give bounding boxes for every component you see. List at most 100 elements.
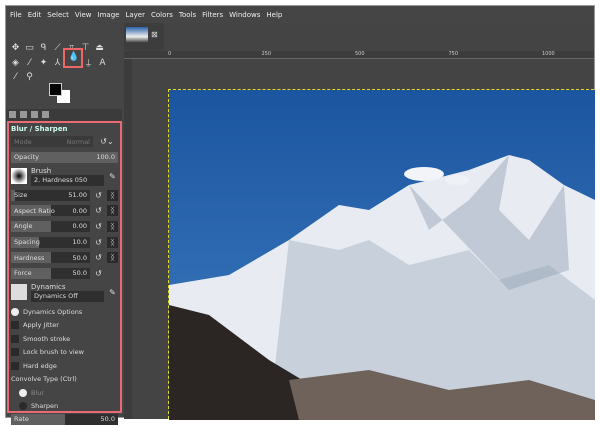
param-value: 0.00 <box>72 222 87 231</box>
move-tool-icon[interactable]: ✥ <box>10 43 21 54</box>
chain-link-icon[interactable]: ᛝ <box>107 236 118 248</box>
dynamics-label: Dynamics <box>31 282 66 291</box>
clone-icon[interactable]: ⅄ <box>52 58 63 69</box>
reset-icon[interactable]: ↺ <box>93 205 104 216</box>
brush-preview[interactable] <box>11 168 27 185</box>
chain-link-icon[interactable]: ᛝ <box>107 189 118 201</box>
hardness-slider[interactable]: Hardness 50.0 <box>11 252 90 264</box>
checkbox-smooth-stroke[interactable]: Smooth stroke <box>11 332 118 346</box>
paths-icon[interactable]: ⍊ <box>83 58 94 69</box>
checkbox-label: Hard edge <box>23 361 57 370</box>
param-value: 50.0 <box>72 269 87 278</box>
opacity-slider[interactable]: Opacity 100.0 <box>11 151 118 163</box>
edit-brush-icon[interactable]: ✎ <box>107 171 118 182</box>
brush-field[interactable]: 2. Hardness 050 <box>31 174 104 186</box>
lasso-icon[interactable]: ᑫ <box>38 43 49 54</box>
device-status-tab-icon[interactable] <box>20 111 27 118</box>
fuzzy-select-icon[interactable]: ⟋ <box>52 43 63 54</box>
reset-dropdown-icon[interactable]: ↺⌄ <box>96 136 118 147</box>
mode-value: Normal <box>66 137 90 146</box>
ruler-label: 250 <box>261 51 272 57</box>
tool-options-tab-icon[interactable] <box>9 111 16 118</box>
edit-dynamics-icon[interactable]: ✎ <box>107 287 118 298</box>
menu-view[interactable]: View <box>75 11 92 23</box>
rate-value: 50.0 <box>100 415 115 424</box>
dynamics-value: Dynamics Off <box>34 292 78 301</box>
chain-link-icon[interactable]: ᛝ <box>107 220 118 232</box>
dock-tabs <box>6 109 122 121</box>
menu-tools[interactable]: Tools <box>179 11 196 23</box>
text-tool-icon[interactable]: A <box>97 58 108 69</box>
dynamics-field[interactable]: Dynamics Off <box>31 290 104 302</box>
foreground-color-swatch[interactable] <box>49 83 62 96</box>
canvas-area[interactable]: ⊠ 0 250 500 750 1000 <box>124 23 595 420</box>
dynamics-options-label: Dynamics Options <box>23 307 83 316</box>
param-label: Force <box>14 269 32 278</box>
checkbox-hard-edge[interactable]: Hard edge <box>11 359 118 373</box>
color-picker-icon[interactable]: ⁄ <box>10 72 21 83</box>
checkbox-lock-brush-to-view[interactable]: Lock brush to view <box>11 345 118 359</box>
rate-slider[interactable]: Rate 50.0 <box>11 413 118 425</box>
menu-filters[interactable]: Filters <box>202 11 223 23</box>
dynamics-preview[interactable] <box>11 284 27 301</box>
chain-link-icon[interactable]: ᛝ <box>107 252 118 264</box>
param-label: Size <box>14 191 28 200</box>
param-label: Spacing <box>14 238 40 247</box>
menu-bar: File Edit Select View Image Layer Colors Tools F… <box>6 6 594 23</box>
paintbrush-icon[interactable]: ⁄ <box>24 58 35 69</box>
gimp-window: File Edit Select View Image Layer Colors Tools F… <box>5 5 595 425</box>
checkbox-apply-jitter[interactable]: Apply Jitter <box>11 318 118 332</box>
tool-options-panel: Blur / Sharpen Mode Normal ↺⌄ Opacity 100.0… <box>7 121 122 425</box>
blur-sharpen-icon[interactable]: 💧 <box>68 52 79 63</box>
images-tab-icon[interactable] <box>42 111 49 118</box>
menu-colors[interactable]: Colors <box>151 11 173 23</box>
image-canvas[interactable] <box>168 89 595 420</box>
mode-select[interactable]: Mode Normal <box>11 136 93 147</box>
param-value: 10.0 <box>72 238 87 247</box>
size-slider[interactable]: Size 51.00 <box>11 189 90 201</box>
spacing-slider[interactable]: Spacing 10.0 <box>11 236 90 248</box>
opacity-value: 100.0 <box>96 153 115 162</box>
reset-icon[interactable]: ↺ <box>93 190 104 201</box>
menu-edit[interactable]: Edit <box>28 11 42 23</box>
tool-options-title: Blur / Sharpen <box>11 125 68 133</box>
menu-windows[interactable]: Windows <box>229 11 260 23</box>
checkbox-label: Lock brush to view <box>23 348 84 357</box>
param-label: Hardness <box>14 253 45 262</box>
mode-label: Mode <box>14 137 32 146</box>
menu-help[interactable]: Help <box>266 11 282 23</box>
menu-file[interactable]: File <box>10 11 22 23</box>
radio-blur[interactable]: Blur <box>11 386 118 400</box>
rate-label: Rate <box>14 415 29 424</box>
ruler-label: 1000 <box>542 51 555 57</box>
brush-value: 2. Hardness 050 <box>34 176 88 185</box>
rect-select-icon[interactable]: ▭ <box>24 43 35 54</box>
eraser-icon[interactable]: ✦ <box>38 58 49 69</box>
dynamics-options-expander[interactable]: Dynamics Options <box>11 305 118 319</box>
toolbox: ✥ ▭ ᑫ ⟋ ⌗ ⊤ ⏏ ◈ ⁄ ✦ ⅄ 💧 ⍊ A ⁄ ⚲ <box>6 23 122 111</box>
reset-icon[interactable]: ↺ <box>93 252 104 263</box>
bucket-fill-icon[interactable]: ◈ <box>10 58 21 69</box>
reset-icon[interactable]: ↺ <box>93 221 104 232</box>
aspect-ratio-slider[interactable]: Aspect Ratio 0.00 <box>11 205 90 217</box>
force-slider[interactable]: Force 50.0 <box>11 267 90 279</box>
param-label: Aspect Ratio <box>14 206 55 215</box>
chain-link-icon[interactable]: ᛝ <box>107 205 118 217</box>
image-thumbnail <box>126 27 148 43</box>
radio-sharpen[interactable]: Sharpen <box>11 399 118 413</box>
menu-image[interactable]: Image <box>98 11 120 23</box>
angle-slider[interactable]: Angle 0.00 <box>11 220 90 232</box>
reset-icon[interactable]: ↺ <box>93 237 104 248</box>
zoom-icon[interactable]: ⚲ <box>24 72 35 83</box>
mountain-photo <box>169 90 595 420</box>
close-tab-icon[interactable]: ⊠ <box>151 30 158 39</box>
undo-tab-icon[interactable] <box>31 111 38 118</box>
ruler-label: 750 <box>448 51 459 57</box>
image-tab[interactable]: ⊠ <box>124 23 164 50</box>
param-value: 50.0 <box>72 253 87 262</box>
reset-icon[interactable]: ↺ <box>93 268 104 279</box>
warp-icon[interactable]: ⏏ <box>94 43 105 54</box>
menu-select[interactable]: Select <box>47 11 69 23</box>
menu-layer[interactable]: Layer <box>125 11 145 23</box>
param-value: 51.00 <box>68 191 87 200</box>
